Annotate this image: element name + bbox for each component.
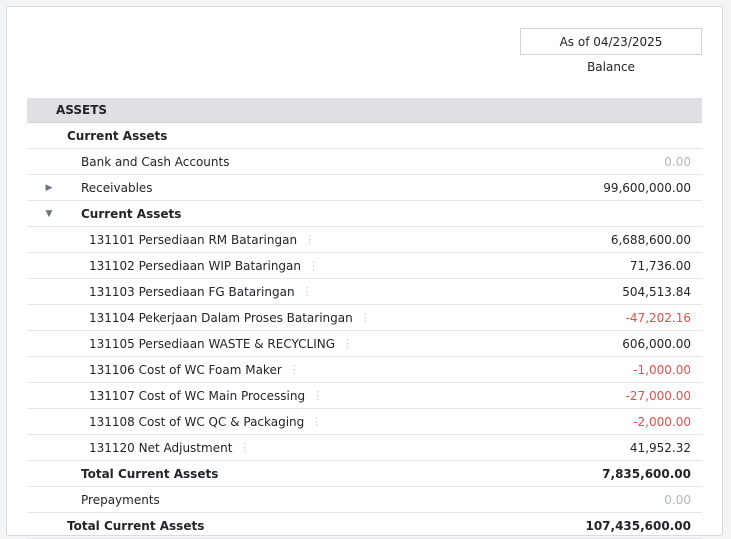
account-name[interactable]: 131120 Net Adjustment [89,441,232,455]
line-row-bank-cash[interactable]: Bank and Cash Accounts 0.00 [27,149,702,175]
account-label: 131101 Persediaan RM Bataringan ⋮ [89,227,315,252]
account-label: 131104 Pekerjaan Dalam Proses Bataringan… [89,305,371,330]
section-header-assets[interactable]: ASSETS [27,98,702,123]
kebab-menu-icon[interactable]: ⋮ [302,285,313,298]
caret-right-icon[interactable]: ▶ [43,175,55,200]
account-value: -1,000.00 [633,362,691,377]
account-value: 606,000.00 [622,336,691,351]
line-row-receivables[interactable]: ▶ Receivables 99,600,000.00 [27,175,702,201]
account-label: 131105 Persediaan WASTE & RECYCLING ⋮ [89,331,353,356]
line-value: 99,600,000.00 [603,180,691,195]
total-value: 107,435,600.00 [585,518,691,533]
account-row-131106[interactable]: 131106 Cost of WC Foam Maker ⋮ -1,000.00 [27,357,702,383]
group-row-current-assets: Current Assets [27,123,702,149]
account-label: 131102 Persediaan WIP Bataringan ⋮ [89,253,319,278]
total-row-current-assets-outer: Total Current Assets 107,435,600.00 [27,513,702,539]
kebab-menu-icon[interactable]: ⋮ [239,441,250,454]
account-label: 131120 Net Adjustment ⋮ [89,435,250,460]
account-row-131104[interactable]: 131104 Pekerjaan Dalam Proses Bataringan… [27,305,702,331]
account-value: -27,000.00 [625,388,691,403]
account-name[interactable]: 131103 Persediaan FG Bataringan [89,285,295,299]
kebab-menu-icon[interactable]: ⋮ [342,337,353,350]
date-filter-button[interactable]: As of 04/23/2025 [520,28,702,55]
account-name[interactable]: 131107 Cost of WC Main Processing [89,389,305,403]
line-label: Receivables [81,180,153,195]
kebab-menu-icon[interactable]: ⋮ [304,233,315,246]
report-card: As of 04/23/2025 Balance ASSETS Current … [6,6,723,539]
account-row-131101[interactable]: 131101 Persediaan RM Bataringan ⋮ 6,688,… [27,227,702,253]
balance-column-header: Balance [587,60,635,74]
kebab-menu-icon[interactable]: ⋮ [308,259,319,272]
account-label: 131108 Cost of WC QC & Packaging ⋮ [89,409,322,434]
account-value: -47,202.16 [625,310,691,325]
group-label: Current Assets [67,128,168,143]
total-row-current-assets-inner: Total Current Assets 7,835,600.00 [27,461,702,487]
account-label: 131103 Persediaan FG Bataringan ⋮ [89,279,313,304]
account-label: 131107 Cost of WC Main Processing ⋮ [89,383,323,408]
line-row-prepayments[interactable]: Prepayments 0.00 [27,487,702,513]
balance-sheet-table: ASSETS Current Assets Bank and Cash Acco… [27,98,702,539]
line-label: Prepayments [81,492,160,507]
line-label: Bank and Cash Accounts [81,154,230,169]
caret-down-icon[interactable]: ▼ [43,201,55,226]
date-filter-label: As of 04/23/2025 [559,34,663,49]
account-name[interactable]: 131102 Persediaan WIP Bataringan [89,259,301,273]
section-title: ASSETS [56,103,108,117]
line-label: Current Assets [81,206,182,221]
total-label: Total Current Assets [67,518,205,533]
line-value: 0.00 [664,154,691,169]
total-label: Total Current Assets [81,466,219,481]
account-name[interactable]: 131106 Cost of WC Foam Maker [89,363,282,377]
account-row-131107[interactable]: 131107 Cost of WC Main Processing ⋮ -27,… [27,383,702,409]
account-name[interactable]: 131105 Persediaan WASTE & RECYCLING [89,337,335,351]
kebab-menu-icon[interactable]: ⋮ [360,311,371,324]
kebab-menu-icon[interactable]: ⋮ [312,389,323,402]
account-value: 6,688,600.00 [610,232,691,247]
account-value: -2,000.00 [633,414,691,429]
account-row-131102[interactable]: 131102 Persediaan WIP Bataringan ⋮ 71,73… [27,253,702,279]
account-value: 71,736.00 [629,258,691,273]
line-row-current-assets[interactable]: ▼ Current Assets [27,201,702,227]
account-name[interactable]: 131108 Cost of WC QC & Packaging [89,415,304,429]
account-row-131108[interactable]: 131108 Cost of WC QC & Packaging ⋮ -2,00… [27,409,702,435]
account-value: 41,952.32 [629,440,691,455]
account-name[interactable]: 131104 Pekerjaan Dalam Proses Bataringan [89,311,353,325]
account-name[interactable]: 131101 Persediaan RM Bataringan [89,233,297,247]
account-row-131120[interactable]: 131120 Net Adjustment ⋮ 41,952.32 [27,435,702,461]
kebab-menu-icon[interactable]: ⋮ [311,415,322,428]
line-value: 0.00 [664,492,691,507]
account-row-131105[interactable]: 131105 Persediaan WASTE & RECYCLING ⋮ 60… [27,331,702,357]
account-row-131103[interactable]: 131103 Persediaan FG Bataringan ⋮ 504,51… [27,279,702,305]
total-value: 7,835,600.00 [602,466,691,481]
kebab-menu-icon[interactable]: ⋮ [289,363,300,376]
account-value: 504,513.84 [622,284,691,299]
account-label: 131106 Cost of WC Foam Maker ⋮ [89,357,300,382]
